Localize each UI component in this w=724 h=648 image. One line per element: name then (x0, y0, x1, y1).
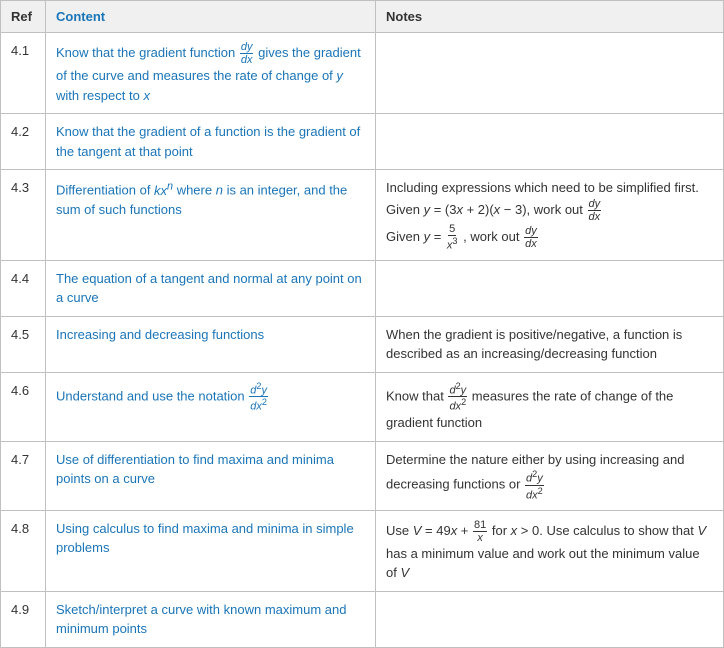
table-row: 4.3 Differentiation of kxn where n is an… (1, 170, 724, 261)
ref-cell: 4.3 (1, 170, 46, 261)
table-row: 4.4 The equation of a tangent and normal… (1, 260, 724, 316)
content-cell: The equation of a tangent and normal at … (46, 260, 376, 316)
fraction-d2y-dx2-content: d2y dx2 (249, 381, 268, 414)
header-ref: Ref (1, 1, 46, 33)
content-cell: Sketch/interpret a curve with known maxi… (46, 591, 376, 647)
notes-cell: Determine the nature either by using inc… (376, 441, 724, 510)
content-cell: Differentiation of kxn where n is an int… (46, 170, 376, 261)
fraction-d2y-dx2-notes: d2y dx2 (448, 381, 467, 414)
ref-cell: 4.8 (1, 510, 46, 591)
ref-cell: 4.7 (1, 441, 46, 510)
fraction-81-x: 81 x (473, 519, 487, 544)
ref-cell: 4.9 (1, 591, 46, 647)
fraction-5-x3: 5 x3 (446, 223, 459, 252)
fraction-d2y-dx2-4-7: d2y dx2 (525, 469, 544, 502)
ref-cell: 4.1 (1, 33, 46, 114)
fraction-dy-dx-4-3b: dy dx (524, 225, 538, 250)
content-cell: Know that the gradient function dy dx gi… (46, 33, 376, 114)
table-row: 4.1 Know that the gradient function dy d… (1, 33, 724, 114)
header-notes: Notes (376, 1, 724, 33)
table-row: 4.7 Use of differentiation to find maxim… (1, 441, 724, 510)
notes-cell: Including expressions which need to be s… (376, 170, 724, 261)
notes-cell: Use V = 49x + 81 x for x > 0. Use calcul… (376, 510, 724, 591)
ref-cell: 4.5 (1, 316, 46, 372)
content-cell: Using calculus to find maxima and minima… (46, 510, 376, 591)
fraction-dy-dx: dy dx (240, 41, 254, 66)
table-row: 4.8 Using calculus to find maxima and mi… (1, 510, 724, 591)
fraction-dy-dx-4-3a: dy dx (588, 198, 602, 223)
ref-cell: 4.6 (1, 372, 46, 441)
content-cell: Understand and use the notation d2y dx2 (46, 372, 376, 441)
table-row: 4.2 Know that the gradient of a function… (1, 114, 724, 170)
main-table: Ref Content Notes 4.1 Know that the grad… (0, 0, 724, 648)
ref-cell: 4.2 (1, 114, 46, 170)
notes-cell (376, 114, 724, 170)
content-cell: Use of differentiation to find maxima an… (46, 441, 376, 510)
content-cell: Increasing and decreasing functions (46, 316, 376, 372)
table-row: 4.5 Increasing and decreasing functions … (1, 316, 724, 372)
notes-cell: Know that d2y dx2 measures the rate of c… (376, 372, 724, 441)
content-cell: Know that the gradient of a function is … (46, 114, 376, 170)
notes-cell: When the gradient is positive/negative, … (376, 316, 724, 372)
notes-cell (376, 591, 724, 647)
notes-cell (376, 260, 724, 316)
notes-cell (376, 33, 724, 114)
table-row: 4.9 Sketch/interpret a curve with known … (1, 591, 724, 647)
table-row: 4.6 Understand and use the notation d2y … (1, 372, 724, 441)
ref-cell: 4.4 (1, 260, 46, 316)
header-content: Content (46, 1, 376, 33)
